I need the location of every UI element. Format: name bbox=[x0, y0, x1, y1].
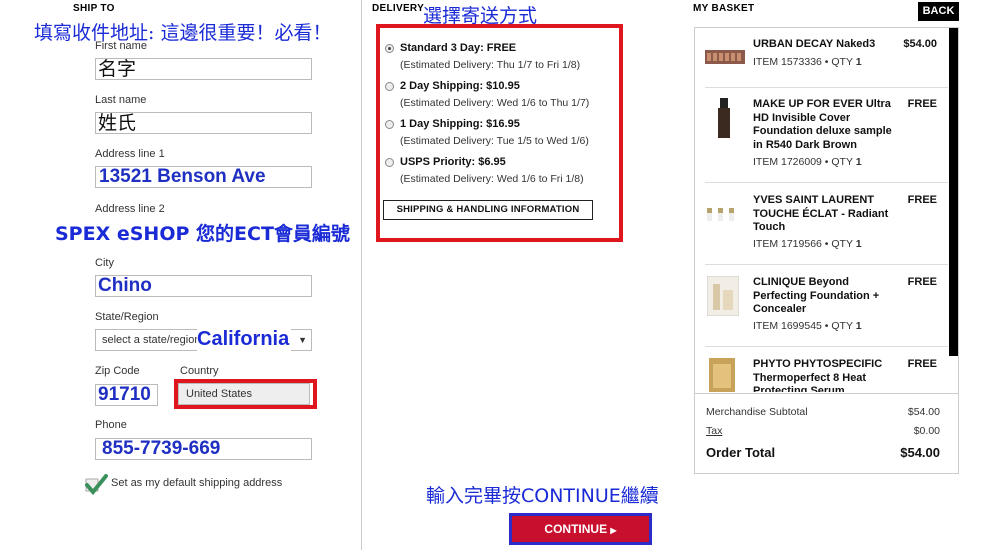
radio-2day[interactable] bbox=[385, 82, 394, 91]
phone-label: Phone bbox=[95, 419, 127, 431]
tax-value: $0.00 bbox=[913, 425, 940, 437]
ship-to-title: SHIP TO bbox=[73, 3, 115, 14]
option-1day-estimate: (Estimated Delivery: Tue 1/5 to Wed 1/6) bbox=[400, 135, 589, 147]
address-line-1-label: Address line 1 bbox=[95, 148, 165, 160]
continue-label: CONTINUE bbox=[544, 522, 608, 536]
city-field[interactable]: Chino bbox=[95, 275, 312, 297]
subtotal-row: Merchandise Subtotal $54.00 bbox=[706, 406, 940, 418]
delivery-title: DELIVERY bbox=[372, 3, 425, 14]
basket-title: MY BASKET bbox=[693, 3, 755, 14]
last-name-field[interactable]: 姓氏 bbox=[95, 112, 312, 134]
address-line-2-label: Address line 2 bbox=[95, 203, 165, 215]
option-standard-estimate: (Estimated Delivery: Thu 1/7 to Fri 1/8) bbox=[400, 59, 581, 71]
country-label: Country bbox=[180, 365, 219, 377]
product-thumbnail bbox=[709, 358, 735, 392]
zip-label: Zip Code bbox=[95, 365, 140, 377]
basket-item: CLINIQUE Beyond Perfecting Foundation + … bbox=[705, 275, 945, 356]
total-row: Order Total $54.00 bbox=[706, 445, 940, 460]
basket-item: YVES SAINT LAURENT TOUCHE ÉCLAT - Radian… bbox=[705, 194, 945, 274]
address-line-1-field[interactable]: 13521 Benson Ave bbox=[95, 166, 312, 188]
basket-item: PHYTO PHYTOSPECIFIC Thermoperfect 8 Heat… bbox=[705, 358, 945, 392]
chevron-right-icon: ▶ bbox=[610, 526, 617, 535]
option-usps-name: USPS Priority: $6.95 bbox=[400, 156, 506, 168]
option-usps-estimate: (Estimated Delivery: Wed 1/6 to Fri 1/8) bbox=[400, 173, 584, 185]
tax-row: Tax $0.00 bbox=[706, 425, 940, 437]
tax-link[interactable]: Tax bbox=[706, 425, 722, 437]
country-highlight bbox=[174, 379, 317, 409]
item-meta: ITEM 1699545 • QTY 1 bbox=[753, 320, 862, 332]
product-thumbnail bbox=[706, 275, 740, 317]
subtotal-label: Merchandise Subtotal bbox=[706, 406, 808, 418]
continue-annotation: 輸入完畢按CONTINUE繼續 bbox=[426, 485, 659, 507]
summary-divider bbox=[695, 393, 958, 394]
default-address-label: Set as my default shipping address bbox=[111, 477, 283, 489]
item-name[interactable]: CLINIQUE Beyond Perfecting Foundation + … bbox=[753, 276, 903, 317]
radio-1day[interactable] bbox=[385, 120, 394, 129]
chevron-down-icon: ▼ bbox=[298, 335, 307, 345]
item-name[interactable]: URBAN DECAY Naked3 bbox=[753, 38, 903, 52]
item-divider bbox=[705, 346, 948, 347]
radio-usps[interactable] bbox=[385, 158, 394, 167]
item-divider bbox=[705, 87, 948, 88]
basket-item-list: URBAN DECAY Naked3 ITEM 1573336 • QTY 1 … bbox=[695, 28, 948, 392]
item-name[interactable]: MAKE UP FOR EVER Ultra HD Invisible Cove… bbox=[753, 98, 903, 152]
address-line-2-annotation: SPEX eSHOP 您的ECT會員編號 bbox=[54, 219, 351, 246]
option-standard-name: Standard 3 Day: FREE bbox=[400, 42, 517, 54]
item-meta: ITEM 1726009 • QTY 1 bbox=[753, 156, 862, 168]
back-button[interactable]: BACK bbox=[918, 2, 959, 21]
product-thumbnail bbox=[705, 50, 745, 64]
state-label: State/Region bbox=[95, 311, 159, 323]
shipping-info-button[interactable]: SHIPPING & HANDLING INFORMATION bbox=[383, 200, 593, 220]
item-price: FREE bbox=[907, 98, 937, 110]
total-value: $54.00 bbox=[900, 445, 940, 460]
item-name[interactable]: YVES SAINT LAURENT TOUCHE ÉCLAT - Radian… bbox=[753, 194, 903, 235]
continue-button[interactable]: CONTINUE ▶ bbox=[509, 513, 652, 545]
ship-to-annotation: 填寫收件地址: 這邊很重要！必看！ bbox=[34, 22, 332, 44]
item-meta: ITEM 1573336 • QTY 1 bbox=[753, 56, 862, 68]
product-thumbnail bbox=[717, 98, 731, 138]
item-name[interactable]: PHYTO PHYTOSPECIFIC Thermoperfect 8 Heat… bbox=[753, 358, 903, 392]
item-price: FREE bbox=[907, 276, 937, 288]
first-name-field[interactable]: 名字 bbox=[95, 58, 312, 80]
basket-item: MAKE UP FOR EVER Ultra HD Invisible Cove… bbox=[705, 98, 945, 178]
checkmark-icon bbox=[85, 474, 108, 496]
subtotal-value: $54.00 bbox=[907, 406, 940, 418]
total-label: Order Total bbox=[706, 445, 776, 460]
item-price: $54.00 bbox=[903, 38, 937, 50]
option-1day-name: 1 Day Shipping: $16.95 bbox=[400, 118, 520, 130]
phone-field[interactable]: 855-7739-669 bbox=[95, 438, 312, 460]
item-divider bbox=[705, 182, 948, 183]
first-name-label: First name bbox=[95, 40, 147, 52]
item-divider bbox=[705, 264, 948, 265]
option-2day-estimate: (Estimated Delivery: Wed 1/6 to Thu 1/7) bbox=[400, 97, 590, 109]
option-2day-name: 2 Day Shipping: $10.95 bbox=[400, 80, 520, 92]
state-annotation: California bbox=[197, 328, 292, 351]
item-price: FREE bbox=[907, 194, 937, 206]
column-divider bbox=[361, 0, 362, 550]
basket-scrollbar[interactable] bbox=[949, 28, 958, 356]
item-meta: ITEM 1719566 • QTY 1 bbox=[753, 238, 862, 250]
state-select-placeholder: select a state/region bbox=[102, 334, 201, 346]
radio-standard[interactable] bbox=[385, 44, 394, 53]
zip-field[interactable]: 91710 bbox=[95, 384, 158, 406]
item-price: FREE bbox=[907, 358, 937, 370]
product-thumbnail bbox=[705, 206, 739, 222]
default-address-checkbox[interactable] bbox=[83, 473, 109, 496]
city-label: City bbox=[95, 257, 114, 269]
last-name-label: Last name bbox=[95, 94, 147, 106]
